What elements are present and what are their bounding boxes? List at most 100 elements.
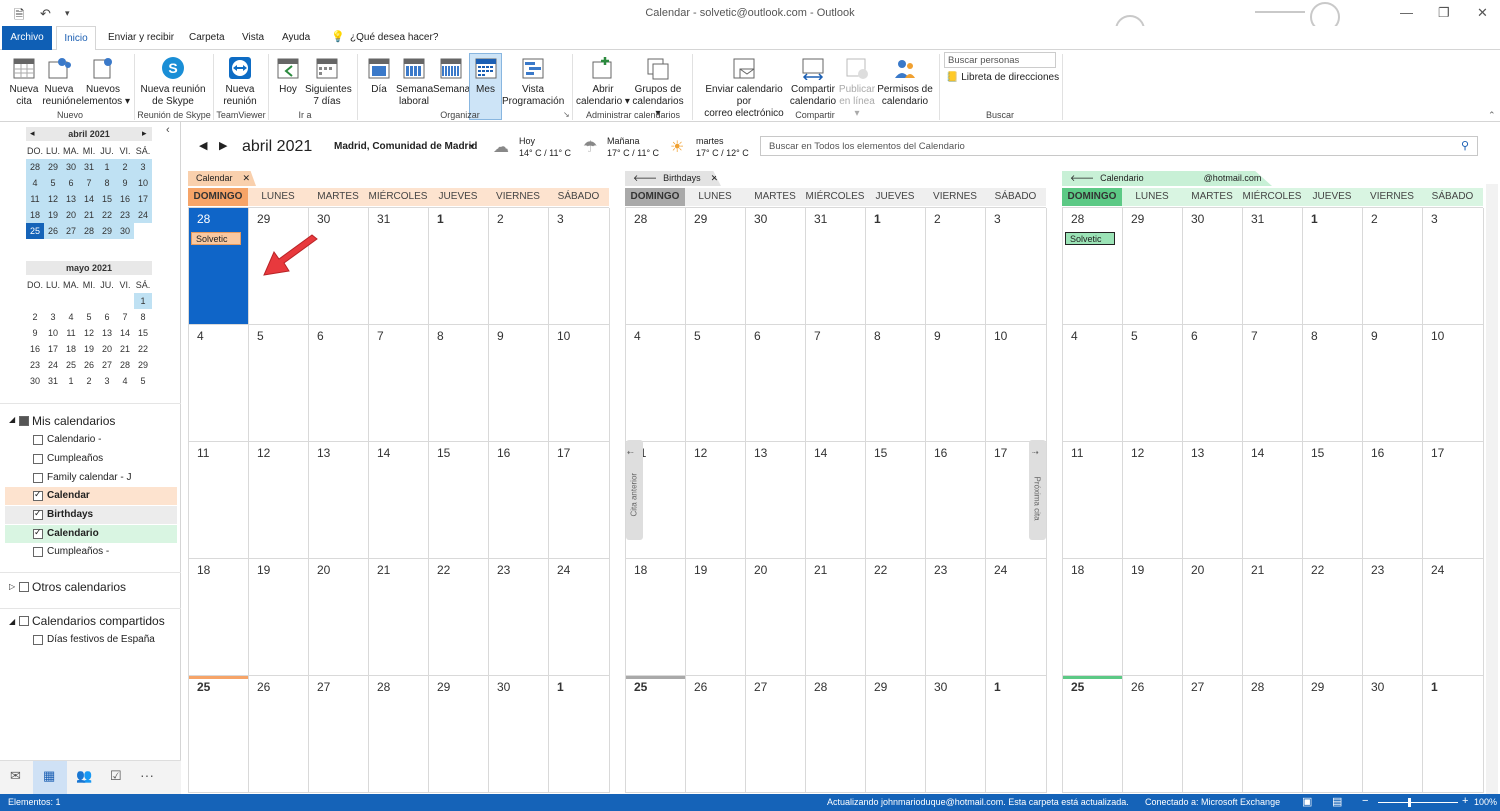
mini-calendar-day[interactable] bbox=[116, 293, 134, 309]
mini-calendar-day[interactable]: 24 bbox=[44, 357, 62, 373]
day-cell[interactable]: 13 bbox=[746, 442, 806, 559]
checkbox-calendar[interactable] bbox=[33, 489, 43, 501]
collapse-pane-icon[interactable]: ‹ bbox=[166, 124, 170, 136]
day-cell[interactable]: 1 bbox=[1303, 208, 1363, 325]
day-cell[interactable]: 7 bbox=[369, 325, 429, 442]
mini-calendar-day[interactable]: 27 bbox=[62, 223, 80, 239]
mini-calendar-day[interactable]: 31 bbox=[44, 373, 62, 389]
mini-calendar-day[interactable]: 29 bbox=[98, 223, 116, 239]
day-cell[interactable]: 24 bbox=[549, 559, 610, 676]
location-selector[interactable]: Madrid, Comunidad de Madrid bbox=[334, 141, 477, 152]
mini-calendar-day[interactable]: 7 bbox=[116, 309, 134, 325]
mini-calendar-day[interactable]: 19 bbox=[44, 207, 62, 223]
mini-calendar-day[interactable]: 2 bbox=[116, 159, 134, 175]
mini-calendar-day[interactable]: 13 bbox=[62, 191, 80, 207]
day-cell[interactable]: 5 bbox=[249, 325, 309, 442]
day-cell[interactable]: 30 bbox=[1363, 676, 1423, 793]
day-cell[interactable]: 2 bbox=[489, 208, 549, 325]
folder-item-cumpleanos[interactable]: Cumpleaños bbox=[47, 453, 103, 464]
event-solvetic[interactable]: Solvetic bbox=[191, 232, 241, 245]
next-arrow-icon[interactable]: ▶ bbox=[219, 139, 227, 152]
mini-calendar-day[interactable]: 14 bbox=[80, 191, 98, 207]
mini-calendar-day[interactable]: 10 bbox=[134, 175, 152, 191]
day-cell[interactable]: 28 bbox=[806, 676, 866, 793]
mini-calendar-day[interactable]: 2 bbox=[26, 309, 44, 325]
day-cell[interactable]: 8 bbox=[429, 325, 489, 442]
other-calendars-header[interactable]: Otros calendarios bbox=[32, 580, 126, 594]
day-cell[interactable]: 10 bbox=[986, 325, 1047, 442]
day-cell[interactable]: 19 bbox=[1123, 559, 1183, 676]
mini-calendar-day[interactable]: 24 bbox=[134, 207, 152, 223]
day-cell[interactable]: 9 bbox=[489, 325, 549, 442]
day-cell[interactable]: 1 bbox=[1423, 676, 1484, 793]
calendar-permissions-button[interactable]: Permisos de calendario bbox=[877, 56, 933, 108]
folder-item-birthdays[interactable]: Birthdays bbox=[47, 509, 93, 520]
mini-calendar-day[interactable]: 15 bbox=[98, 191, 116, 207]
tell-me-box[interactable]: ¿Qué desea hacer? bbox=[350, 32, 438, 43]
mini-calendar-day[interactable] bbox=[98, 293, 116, 309]
mini-calendar-day[interactable]: 11 bbox=[62, 325, 80, 341]
mini-calendar-day[interactable]: 1 bbox=[98, 159, 116, 175]
mini-calendar-day[interactable]: 4 bbox=[26, 175, 44, 191]
normal-view-icon[interactable]: ▣ bbox=[1302, 795, 1312, 808]
day-cell[interactable]: 3 bbox=[1423, 208, 1484, 325]
skype-meeting-button[interactable]: S Nueva reunión de Skype bbox=[140, 56, 206, 108]
day-cell[interactable]: 16 bbox=[489, 442, 549, 559]
tab-ayuda[interactable]: Ayuda bbox=[282, 32, 310, 43]
day-cell[interactable]: 28 bbox=[189, 208, 249, 325]
day-cell[interactable]: 1 bbox=[986, 676, 1047, 793]
day-cell[interactable]: 25 bbox=[189, 676, 249, 793]
restore-icon[interactable]: ❐ bbox=[1438, 5, 1450, 21]
day-cell[interactable]: 16 bbox=[926, 442, 986, 559]
mini-calendar-day[interactable]: 30 bbox=[62, 159, 80, 175]
day-cell[interactable]: 9 bbox=[1363, 325, 1423, 442]
day-cell[interactable]: 2 bbox=[1363, 208, 1423, 325]
mini-calendar-day[interactable]: 1 bbox=[134, 293, 152, 309]
mini-calendar-day[interactable]: 20 bbox=[62, 207, 80, 223]
mini-calendar-day[interactable]: 16 bbox=[26, 341, 44, 357]
folder-item-festivos[interactable]: Días festivos de España bbox=[47, 634, 155, 645]
mini-calendar-day[interactable]: 5 bbox=[44, 175, 62, 191]
mini-calendar-day[interactable] bbox=[80, 293, 98, 309]
mini-calendar-day[interactable]: 26 bbox=[44, 223, 62, 239]
mini-calendar-day[interactable]: 17 bbox=[134, 191, 152, 207]
mini-calendar-day[interactable]: 5 bbox=[134, 373, 152, 389]
mini-calendar-day[interactable]: 5 bbox=[80, 309, 98, 325]
mini-calendar-day[interactable]: 10 bbox=[44, 325, 62, 341]
day-cell[interactable]: 6 bbox=[746, 325, 806, 442]
day-cell[interactable]: 13 bbox=[1183, 442, 1243, 559]
mini-calendar-day[interactable]: 23 bbox=[116, 207, 134, 223]
tab-enviar-recibir[interactable]: Enviar y recibir bbox=[108, 32, 174, 43]
new-meeting-button[interactable]: Nueva reunión bbox=[41, 56, 77, 108]
day-cell[interactable]: 3 bbox=[549, 208, 610, 325]
day-cell[interactable]: 26 bbox=[1123, 676, 1183, 793]
day-cell[interactable]: 21 bbox=[1243, 559, 1303, 676]
day-cell[interactable]: 1 bbox=[549, 676, 610, 793]
collapse-ribbon-icon[interactable]: ⌃ bbox=[1488, 110, 1496, 121]
mini-calendar-day[interactable]: 17 bbox=[44, 341, 62, 357]
day-cell[interactable]: 20 bbox=[309, 559, 369, 676]
group-checkbox[interactable] bbox=[19, 582, 29, 592]
back-arrow-icon[interactable]: 🡐 bbox=[633, 173, 657, 183]
mini-calendar-day[interactable]: 7 bbox=[80, 175, 98, 191]
day-cell[interactable]: 29 bbox=[866, 676, 926, 793]
tab-vista[interactable]: Vista bbox=[242, 32, 264, 43]
day-cell[interactable]: 16 bbox=[1363, 442, 1423, 559]
more-icon[interactable]: ··· bbox=[140, 767, 154, 783]
day-cell[interactable]: 4 bbox=[626, 325, 686, 442]
mini-calendar-day[interactable]: 2 bbox=[80, 373, 98, 389]
tab-archivo[interactable]: Archivo bbox=[2, 26, 52, 50]
mini-calendar-day[interactable]: 21 bbox=[80, 207, 98, 223]
next-month-icon[interactable]: ▸ bbox=[142, 128, 147, 139]
checkbox-calendario-hotmail[interactable] bbox=[33, 527, 43, 539]
day-cell[interactable]: 12 bbox=[249, 442, 309, 559]
day-cell[interactable]: 27 bbox=[309, 676, 369, 793]
day-cell[interactable]: 6 bbox=[1183, 325, 1243, 442]
day-cell[interactable]: 22 bbox=[429, 559, 489, 676]
calendar-search-input[interactable]: Buscar en Todos los elementos del Calend… bbox=[760, 136, 1478, 156]
day-cell[interactable]: 25 bbox=[1063, 676, 1123, 793]
day-cell[interactable]: 18 bbox=[626, 559, 686, 676]
folder-item-calendario-hotmail[interactable]: Calendario bbox=[47, 528, 99, 539]
day-cell[interactable]: 27 bbox=[1183, 676, 1243, 793]
chevron-down-icon[interactable]: ▾ bbox=[470, 142, 474, 151]
